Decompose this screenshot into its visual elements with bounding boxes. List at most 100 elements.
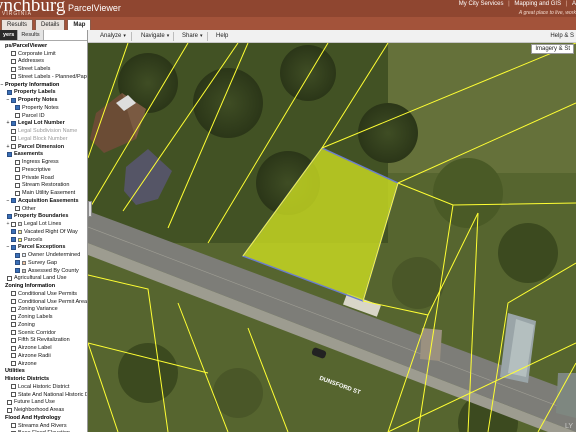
layer-row[interactable]: Vacated Right Of Way (0, 228, 87, 236)
help-button[interactable]: Help (216, 30, 228, 43)
layer-checkbox[interactable] (11, 299, 16, 305)
layer-checkbox[interactable] (15, 260, 20, 266)
layer-checkbox[interactable] (15, 113, 20, 119)
layer-row[interactable]: Airzone Radii (0, 352, 87, 360)
collapse-icon[interactable]: − (0, 82, 4, 88)
layer-checkbox[interactable] (11, 229, 16, 235)
layer-checkbox[interactable] (11, 120, 16, 126)
layer-row[interactable]: + Parcel Dimension (0, 143, 87, 151)
layer-checkbox[interactable] (11, 136, 16, 142)
layer-checkbox[interactable] (11, 51, 16, 57)
layer-row[interactable]: Prescriptive (0, 166, 87, 174)
layer-checkbox[interactable] (11, 66, 16, 72)
layer-row[interactable]: Future Land Use (0, 399, 87, 407)
collapse-icon[interactable]: − (6, 198, 10, 204)
layer-row[interactable]: − Property Notes (0, 96, 87, 104)
layer-checkbox[interactable] (15, 175, 20, 181)
layer-row[interactable]: Survey Gap (0, 259, 87, 267)
layer-row[interactable]: Addresses (0, 58, 87, 66)
layer-checkbox[interactable] (11, 198, 16, 204)
layer-row[interactable]: Local Historic District (0, 383, 87, 391)
layer-checkbox[interactable] (7, 275, 12, 281)
layer-checkbox[interactable] (11, 337, 16, 343)
layer-checkbox[interactable] (7, 89, 12, 95)
layer-checkbox[interactable] (11, 97, 16, 103)
layer-row[interactable]: Property Notes (0, 104, 87, 112)
layer-row[interactable]: + Legal Lot Number (0, 120, 87, 128)
imagery-toggle-button[interactable]: Imagery & St (531, 44, 574, 54)
expand-icon[interactable]: + (6, 120, 10, 126)
panel-collapse-handle[interactable] (88, 201, 92, 217)
layer-row[interactable]: Flood And Hydrology (0, 414, 87, 422)
layer-checkbox[interactable] (11, 244, 16, 250)
tab-layers[interactable]: yers (0, 30, 19, 40)
layer-row[interactable]: ps/ParcelViewer (0, 42, 87, 50)
layer-row[interactable]: Other (0, 205, 87, 213)
layer-checkbox[interactable] (11, 291, 16, 297)
layer-row[interactable]: Fifth St Revitalization (0, 337, 87, 345)
layer-row[interactable]: Easements (0, 151, 87, 159)
layer-checkbox[interactable] (15, 105, 20, 111)
collapse-icon[interactable]: − (6, 97, 10, 103)
expand-icon[interactable]: + (6, 144, 10, 150)
layer-row[interactable]: Parcel ID (0, 112, 87, 120)
navigate-menu[interactable]: Navigate ▾ (141, 30, 169, 43)
layer-row[interactable]: − Parcel Exceptions (0, 244, 87, 252)
tab-results[interactable]: Results (1, 19, 34, 30)
layer-checkbox[interactable] (11, 221, 16, 227)
layer-checkbox[interactable] (11, 384, 16, 390)
layer-checkbox[interactable] (11, 392, 16, 398)
layer-row[interactable]: Stream Restoration (0, 182, 87, 190)
layer-row[interactable]: Airzone (0, 360, 87, 368)
layer-checkbox[interactable] (11, 144, 16, 150)
layer-row[interactable]: Scenic Corridor (0, 329, 87, 337)
layer-checkbox[interactable] (11, 330, 16, 336)
layer-row[interactable]: Airzone Label (0, 344, 87, 352)
tab-panel-results[interactable]: Results (18, 30, 44, 40)
layer-checkbox[interactable] (11, 423, 16, 429)
layer-row[interactable]: Property Labels (0, 89, 87, 97)
layer-row[interactable]: Zoning Labels (0, 313, 87, 321)
layer-row[interactable]: Assessed By County (0, 267, 87, 275)
layer-checkbox[interactable] (15, 268, 20, 274)
layer-row[interactable]: Property Boundaries (0, 213, 87, 221)
layer-row[interactable]: Street Labels (0, 65, 87, 73)
layer-row[interactable]: Legal Block Number (0, 135, 87, 143)
layer-row[interactable]: Legal Subdivision Name (0, 127, 87, 135)
layer-row[interactable]: − Acquisition Easements (0, 197, 87, 205)
layer-checkbox[interactable] (11, 128, 16, 134)
collapse-icon[interactable]: − (6, 244, 10, 250)
layer-checkbox[interactable] (11, 74, 16, 80)
layer-row[interactable]: Conditional Use Permit Area (0, 298, 87, 306)
layer-checkbox[interactable] (15, 190, 20, 196)
layer-row[interactable]: Zoning (0, 321, 87, 329)
layer-row[interactable]: State And National Historic Di (0, 391, 87, 399)
layer-checkbox[interactable] (11, 314, 16, 320)
layer-checkbox[interactable] (7, 213, 12, 219)
layer-checkbox[interactable] (15, 159, 20, 165)
layer-checkbox[interactable] (11, 361, 16, 367)
layer-row[interactable]: Private Road (0, 174, 87, 182)
layer-checkbox[interactable] (11, 345, 16, 351)
layer-checkbox[interactable] (15, 182, 20, 188)
layer-row[interactable]: Conditional Use Permits (0, 290, 87, 298)
expand-icon[interactable]: + (6, 221, 10, 227)
layer-row[interactable]: Historic Districts (0, 375, 87, 383)
layer-row[interactable]: Zoning Information (0, 282, 87, 290)
analyze-menu[interactable]: Analyze ▾ (100, 30, 126, 43)
layer-row[interactable]: Ingress Egress (0, 158, 87, 166)
layer-row[interactable]: Utilities (0, 368, 87, 376)
layer-row[interactable]: Agricultural Land Use (0, 275, 87, 283)
layer-row[interactable]: Parcels (0, 236, 87, 244)
tab-details[interactable]: Details (35, 19, 66, 30)
layer-checkbox[interactable] (7, 407, 12, 413)
layer-checkbox[interactable] (7, 151, 12, 157)
map-view[interactable]: Imagery & St DUNSFORD ST LY (88, 43, 576, 432)
layer-checkbox[interactable] (11, 237, 16, 243)
layer-row[interactable]: Streams And Rivers (0, 422, 87, 430)
layer-row[interactable]: − Property Information (0, 81, 87, 89)
layer-checkbox[interactable] (11, 322, 16, 328)
layer-row[interactable]: Street Labels - Planned/Paper (0, 73, 87, 81)
my-city-services-link[interactable]: My City Services (459, 1, 504, 7)
layer-checkbox[interactable] (11, 306, 16, 312)
